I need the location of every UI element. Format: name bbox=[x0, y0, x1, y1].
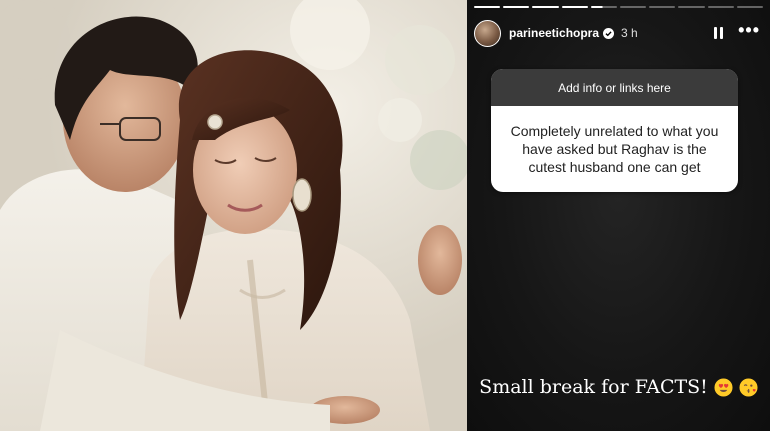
question-sticker-answer: Completely unrelated to what you have as… bbox=[510, 123, 719, 175]
question-sticker[interactable]: Add info or links here Completely unrela… bbox=[491, 69, 738, 192]
progress-segment bbox=[678, 6, 705, 8]
progress-segment bbox=[620, 6, 647, 8]
progress-segment bbox=[474, 6, 501, 8]
avatar[interactable] bbox=[474, 19, 501, 47]
story-caption: Small break for FACTS! bbox=[467, 376, 770, 398]
pause-icon[interactable] bbox=[710, 25, 726, 41]
story-header: parineetichopra 3 h ••• bbox=[474, 19, 760, 47]
more-options-icon[interactable]: ••• bbox=[738, 21, 760, 39]
progress-segment bbox=[736, 6, 764, 8]
heart-eyes-emoji bbox=[714, 377, 733, 397]
progress-segment bbox=[649, 6, 676, 8]
story-photo bbox=[0, 0, 467, 431]
couple-photo-image bbox=[0, 0, 467, 431]
caption-text: Small break for FACTS! bbox=[479, 376, 708, 398]
progress-segment bbox=[561, 6, 588, 8]
username[interactable]: parineetichopra bbox=[509, 26, 599, 40]
question-sticker-prompt: Add info or links here bbox=[491, 69, 738, 106]
story-panel[interactable]: parineetichopra 3 h ••• Add info or link… bbox=[467, 0, 770, 431]
story-progress-bar bbox=[474, 6, 764, 9]
post-time: 3 h bbox=[621, 26, 638, 40]
kissing-face-emoji bbox=[739, 377, 758, 397]
progress-segment bbox=[503, 6, 530, 8]
verified-badge-icon bbox=[603, 27, 615, 39]
progress-segment bbox=[532, 6, 559, 8]
progress-segment bbox=[707, 6, 734, 8]
progress-segment-active bbox=[590, 6, 618, 8]
